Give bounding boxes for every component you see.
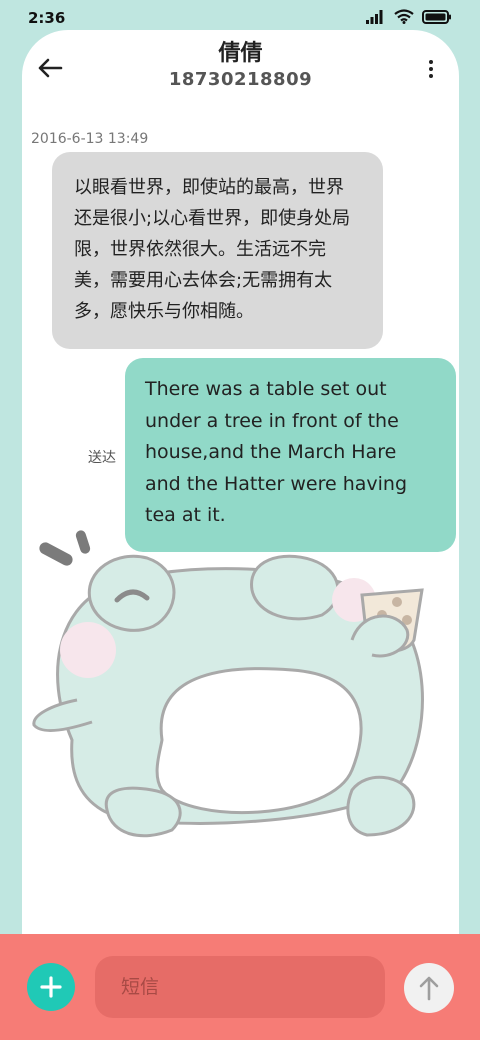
status-icons [366, 8, 452, 28]
more-options-button[interactable] [419, 54, 443, 84]
wifi-icon [394, 8, 414, 28]
delivery-status: 送达 [88, 450, 116, 466]
send-button[interactable] [404, 963, 454, 1013]
plus-icon [40, 976, 62, 998]
outgoing-message-bubble[interactable]: There was a table set out under a tree i… [125, 358, 456, 552]
contact-number: 18730218809 [168, 69, 313, 90]
battery-icon [422, 9, 452, 28]
contact-name: 倩倩 [218, 41, 263, 66]
conversation-card: 倩倩 18730218809 2016-6-13 13:49 以眼看世界，即使站… [22, 30, 459, 950]
arrow-up-icon [419, 976, 439, 1001]
incoming-message-bubble[interactable]: 以眼看世界，即使站的最高，世界还是很小;以心看世界，即使身处局限，世界依然很大。… [52, 152, 383, 349]
more-vertical-icon [429, 60, 433, 64]
message-input[interactable] [95, 956, 385, 1018]
add-attachment-button[interactable] [27, 963, 75, 1011]
contact-title: 倩倩 18730218809 [22, 40, 459, 92]
message-timestamp: 2016-6-13 13:49 [31, 131, 149, 147]
signal-icon [366, 9, 386, 28]
conversation-header: 倩倩 18730218809 [22, 30, 459, 110]
status-time: 2:36 [28, 9, 66, 27]
composer-bar [0, 934, 480, 1040]
